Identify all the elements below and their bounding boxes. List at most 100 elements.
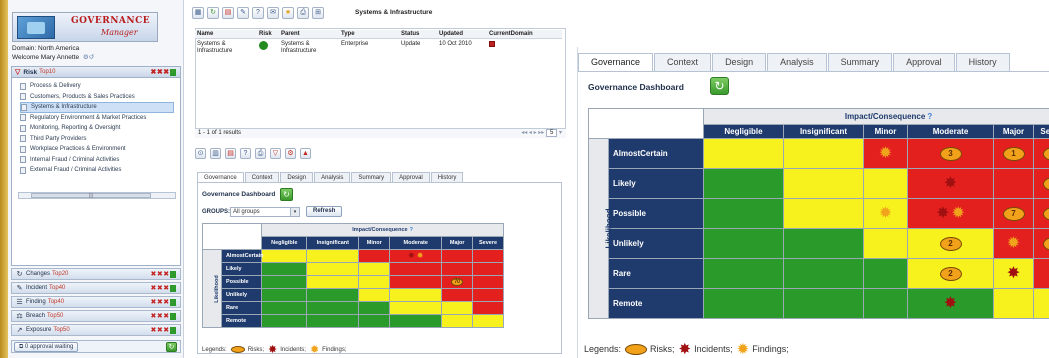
panel-actions-icon[interactable]: ✖✖✖✓ (151, 326, 176, 334)
risk-category-item[interactable]: Customers, Products & Sales Practices (20, 92, 180, 103)
risk-count-marker[interactable]: 3 (939, 146, 962, 161)
column-header[interactable]: Updated (437, 30, 487, 39)
matrix-cell[interactable] (389, 262, 443, 276)
help-icon[interactable]: ? (240, 148, 251, 159)
incident-marker-icon[interactable]: ✸ (1007, 265, 1020, 282)
matrix-cell[interactable]: 2 (907, 258, 994, 289)
print-icon[interactable]: ⎙ (255, 148, 266, 159)
column-header[interactable]: Name (195, 30, 257, 39)
matrix-cell[interactable]: ✹ (993, 228, 1034, 259)
matrix-cell[interactable] (703, 138, 784, 169)
panel-actions-icon[interactable]: ✖✖✖✓ (151, 270, 176, 278)
tab-approval[interactable]: Approval (392, 172, 430, 182)
matrix-cell[interactable] (472, 249, 504, 263)
finding-marker-icon[interactable]: ✹ (952, 205, 965, 222)
chart-icon[interactable]: ▥ (210, 148, 221, 159)
matrix-cell[interactable] (306, 275, 360, 289)
sidebar-panel-top[interactable]: Top50 (53, 327, 69, 333)
risk-panel-header[interactable]: ▽ Risk Top10 ✖✖✖✓ (11, 66, 181, 78)
matrix-cell[interactable] (261, 275, 308, 289)
pdf-icon[interactable]: ▤ (225, 148, 236, 159)
sidebar-panel-top[interactable]: Top40 (48, 299, 64, 305)
refresh-button[interactable]: Refresh (306, 206, 343, 217)
approval-waiting-button[interactable]: ⧉ 0 approval waiting (14, 342, 79, 352)
risk-category-item[interactable]: Process & Delivery (20, 81, 180, 92)
matrix-cell[interactable]: 5 (1032, 168, 1049, 199)
risk-count-marker[interactable]: 1 (1042, 206, 1049, 221)
risk-category-item[interactable]: Third Party Providers (20, 134, 180, 145)
tab-governance[interactable]: Governance (197, 172, 244, 182)
tab-history[interactable]: History (955, 53, 1010, 71)
favorite-icon[interactable]: ★ (282, 7, 294, 19)
risk-panel-top[interactable]: Top10 (39, 69, 55, 75)
matrix-cell[interactable] (472, 301, 504, 315)
scrollbar-thumb[interactable]: ||| (31, 193, 151, 199)
matrix-cell[interactable] (783, 228, 864, 259)
matrix-cell[interactable] (993, 168, 1034, 199)
matrix-cell[interactable] (261, 288, 308, 302)
matrix-cell[interactable] (783, 258, 864, 289)
matrix-cell[interactable]: ✹ (863, 138, 908, 169)
matrix-cell[interactable] (389, 275, 443, 289)
matrix-cell[interactable] (358, 275, 391, 289)
groups-select[interactable]: All groups ▾ (230, 207, 300, 217)
matrix-cell[interactable] (441, 288, 474, 302)
matrix-cell[interactable] (441, 249, 474, 263)
matrix-cell[interactable] (472, 275, 504, 289)
matrix-cell[interactable] (306, 262, 360, 276)
risk-category-item[interactable]: Internal Fraud / Criminal Activities (20, 155, 180, 166)
alert-icon[interactable]: ▲ (300, 148, 311, 159)
panel-actions-icon[interactable]: ✖✖✖✓ (151, 284, 176, 292)
matrix-cell[interactable] (261, 314, 308, 328)
matrix-cell[interactable] (261, 249, 308, 263)
tab-context[interactable]: Context (654, 53, 712, 71)
matrix-cell[interactable] (441, 262, 474, 276)
preview-icon[interactable]: ⊙ (195, 148, 206, 159)
tab-summary[interactable]: Summary (827, 53, 893, 71)
tab-design[interactable]: Design (712, 53, 767, 71)
finding-marker-icon[interactable]: ✹ (879, 145, 892, 162)
dashboard-refresh-icon[interactable]: ↻ (280, 188, 293, 201)
matrix-cell[interactable] (703, 258, 784, 289)
matrix-cell[interactable]: 1 (1032, 138, 1049, 169)
matrix-cell[interactable] (358, 301, 391, 315)
risk-category-item[interactable]: External Fraud / Criminal Activities (20, 165, 180, 176)
horizontal-scrollbar[interactable]: ||| (18, 192, 176, 199)
risk-count-marker[interactable]: 2 (939, 236, 962, 251)
matrix-cell[interactable] (306, 301, 360, 315)
matrix-cell[interactable]: 7 (993, 198, 1034, 229)
risk-count-marker[interactable]: 1 (1042, 236, 1049, 251)
matrix-cell[interactable] (358, 314, 391, 328)
matrix-cell[interactable] (441, 314, 474, 328)
matrix-cell[interactable] (389, 301, 443, 315)
matrix-cell[interactable]: 1 (1032, 198, 1049, 229)
matrix-cell[interactable]: ✸ (907, 288, 994, 319)
matrix-cell[interactable] (306, 249, 360, 263)
tab-history[interactable]: History (430, 172, 464, 182)
matrix-cell[interactable] (863, 288, 908, 319)
cell-name[interactable]: Systems & Infrastructure (195, 39, 257, 58)
finding-marker-icon[interactable]: ✹ (417, 252, 424, 260)
sidebar-panel-changes[interactable]: ↻ Changes Top20 ✖✖✖✓ (11, 268, 181, 280)
matrix-cell[interactable] (783, 138, 864, 169)
panel-actions-icon[interactable]: ✖✖✖✓ (151, 298, 176, 306)
grid-view-icon[interactable]: ▦ (192, 7, 204, 19)
finding-marker-icon[interactable]: ✹ (879, 205, 892, 222)
matrix-cell[interactable] (441, 301, 474, 315)
tab-analysis[interactable]: Analysis (767, 53, 827, 71)
export-icon[interactable]: ⊞ (312, 7, 324, 19)
tab-analysis[interactable]: Analysis (314, 172, 351, 182)
tab-context[interactable]: Context (244, 172, 280, 182)
matrix-cell[interactable] (783, 288, 864, 319)
refresh-icon[interactable]: ↻ (207, 7, 219, 19)
matrix-cell[interactable]: ✸ ✹ (907, 198, 994, 229)
matrix-cell[interactable] (389, 288, 443, 302)
matrix-cell[interactable] (783, 168, 864, 199)
risk-category-item[interactable]: Workplace Practices & Environment (20, 144, 180, 155)
finding-marker-icon[interactable]: ✹ (1007, 235, 1020, 252)
matrix-cell[interactable]: 2 (907, 228, 994, 259)
column-header[interactable]: Type (339, 30, 399, 39)
sidebar-panel-incident[interactable]: ✎ Incident Top40 ✖✖✖✓ (11, 282, 181, 294)
column-header[interactable]: Status (399, 30, 437, 39)
sidebar-panel-top[interactable]: Top40 (49, 285, 65, 291)
